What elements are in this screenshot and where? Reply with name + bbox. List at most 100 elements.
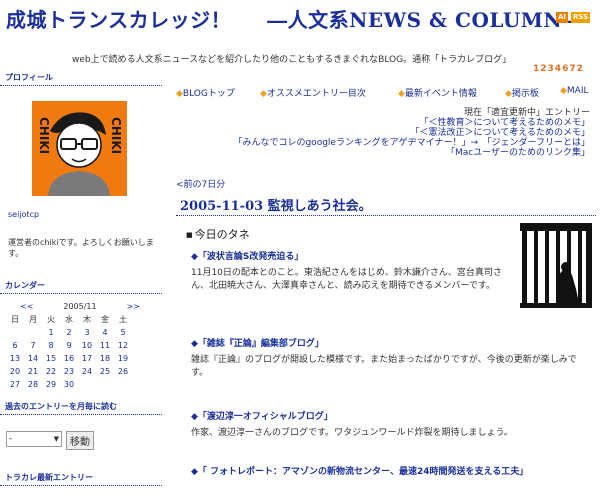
calendar-day[interactable]: 17 bbox=[78, 352, 96, 365]
calendar-week-row: 20 21 22 23 24 25 26 bbox=[6, 365, 132, 378]
featured-link[interactable]: 「みんなでコレのgoogleランキングをアゲヂマイナー！」→ 「ジェンダーフリー… bbox=[233, 138, 590, 148]
counter-digit: 7 bbox=[569, 64, 577, 74]
calendar-section: カレンダー bbox=[0, 280, 162, 294]
news-link[interactable]: 「渡辺淳一オフィシャルブログ」 bbox=[198, 412, 333, 422]
calendar-day[interactable]: 26 bbox=[114, 365, 132, 378]
calendar-day[interactable]: 9 bbox=[60, 339, 78, 352]
site-title[interactable]: 成城トランスカレッジ！ ―人文系NEWS & COLUMN― bbox=[6, 4, 583, 33]
archive-go-button[interactable]: 移動 bbox=[66, 431, 94, 450]
news-item-title[interactable]: ◆「波状言論S改発売迫る」 bbox=[191, 249, 303, 262]
menu-label[interactable]: 最新イベント情報 bbox=[405, 89, 477, 99]
counter-digit: 2 bbox=[576, 64, 584, 74]
calendar-day bbox=[96, 378, 114, 391]
calendar-day[interactable]: 29 bbox=[42, 378, 60, 391]
calendar-day[interactable]: 10 bbox=[78, 339, 96, 352]
calendar-weekday-row: 日 月 火 水 木 金 土 bbox=[6, 313, 132, 326]
calendar-day[interactable]: 28 bbox=[24, 378, 42, 391]
weekday-label: 日 bbox=[11, 315, 19, 324]
feed-badges: AI RSS bbox=[556, 12, 591, 23]
recent-section: トラカレ最新エントリー bbox=[0, 472, 162, 486]
calendar-day[interactable]: 4 bbox=[96, 326, 114, 339]
menu-label[interactable]: 掲示板 bbox=[512, 89, 539, 99]
calendar-day[interactable]: 6 bbox=[6, 339, 24, 352]
calendar-day[interactable]: 23 bbox=[60, 365, 78, 378]
calendar-day[interactable]: 14 bbox=[24, 352, 42, 365]
menu-label[interactable]: MAIL bbox=[567, 86, 589, 96]
weekday-label: 金 bbox=[101, 315, 109, 324]
bullet-icon: ◆ bbox=[191, 252, 198, 262]
calendar-day[interactable]: 21 bbox=[24, 365, 42, 378]
news-link[interactable]: 「波状言論S改発売迫る」 bbox=[198, 252, 303, 262]
calendar-next-link[interactable]: >> bbox=[127, 302, 140, 311]
ai-feed-badge[interactable]: AI bbox=[556, 12, 569, 23]
calendar-day[interactable]: 27 bbox=[6, 378, 24, 391]
calendar-nav: << 2005/11 >> bbox=[20, 302, 140, 311]
recent-heading: トラカレ最新エントリー bbox=[0, 472, 162, 486]
avatar-text-right: CHIKI bbox=[109, 117, 123, 154]
menu-label[interactable]: BLOGトップ bbox=[183, 89, 235, 99]
featured-label: 現在「適宜更新中」エントリー bbox=[463, 108, 590, 118]
featured-link[interactable]: 「Macユーザーのためのリンク集」 bbox=[233, 148, 590, 158]
calendar-day[interactable]: 16 bbox=[60, 352, 78, 365]
calendar-day[interactable]: 15 bbox=[42, 352, 60, 365]
counter-digit: 2 bbox=[540, 64, 548, 74]
menu-item-events[interactable]: ◆最新イベント情報 bbox=[398, 86, 477, 99]
calendar-month: 2005/11 bbox=[63, 302, 97, 311]
profile-heading: プロフィール bbox=[0, 72, 162, 86]
calendar-day[interactable]: 25 bbox=[96, 365, 114, 378]
featured-link[interactable]: 「＜性教育＞について考えるためのメモ」 bbox=[233, 118, 590, 128]
calendar-day[interactable]: 30 bbox=[60, 378, 78, 391]
calendar-day[interactable]: 2 bbox=[60, 326, 78, 339]
calendar-day[interactable]: 3 bbox=[78, 326, 96, 339]
calendar-day[interactable]: 18 bbox=[96, 352, 114, 365]
archive-month-select[interactable]: - ▼ bbox=[6, 431, 62, 447]
prev-week-link[interactable]: <前の7日分 bbox=[176, 177, 225, 190]
profile-user-link[interactable]: seijotcp bbox=[8, 210, 39, 219]
calendar-day[interactable]: 7 bbox=[24, 339, 42, 352]
news-item-title[interactable]: ◆「雑誌『正論』編集部ブログ」 bbox=[191, 336, 324, 349]
news-item-title[interactable]: ◆「渡辺淳一オフィシャルブログ」 bbox=[191, 409, 333, 422]
prison-illustration bbox=[520, 223, 592, 308]
calendar-day[interactable]: 12 bbox=[114, 339, 132, 352]
calendar-week-row: 6 7 8 9 10 11 12 bbox=[6, 339, 132, 352]
menu-item-board[interactable]: ◆掲示板 bbox=[505, 86, 539, 99]
calendar-day bbox=[24, 326, 42, 339]
news-item-body: 作家、渡辺淳一さんのブログです。ワタジュンワールド炸裂を期待しましょう。 bbox=[191, 428, 513, 438]
menu-item-mail[interactable]: ◆MAIL bbox=[560, 86, 589, 96]
calendar-day[interactable]: 5 bbox=[114, 326, 132, 339]
site-tagline: web上で読める人文系ニュースなどを紹介したり他のこともするきまぐれなBLOG。… bbox=[72, 55, 512, 65]
calendar-day[interactable]: 13 bbox=[6, 352, 24, 365]
bullet-icon: ◆ bbox=[191, 412, 198, 422]
calendar-day[interactable]: 24 bbox=[78, 365, 96, 378]
calendar-day[interactable]: 19 bbox=[114, 352, 132, 365]
news-link[interactable]: 「雑誌『正論』編集部ブログ」 bbox=[198, 339, 324, 349]
rss-feed-badge[interactable]: RSS bbox=[571, 12, 591, 23]
calendar-heading: カレンダー bbox=[0, 280, 162, 294]
sidebar: プロフィール bbox=[0, 72, 162, 86]
site-title-main[interactable]: 成城トランスカレッジ！ bbox=[6, 8, 231, 32]
calendar-day[interactable]: 11 bbox=[96, 339, 114, 352]
featured-link[interactable]: 「＜憲法改正＞について考えるためのメモ」 bbox=[233, 128, 590, 138]
site-title-sub[interactable]: ―人文系NEWS & COLUMN― bbox=[267, 8, 583, 32]
weekday-label: 月 bbox=[29, 315, 37, 324]
calendar-week-row: 27 28 29 30 bbox=[6, 378, 132, 391]
archive-controls: - ▼ 移動 bbox=[6, 431, 94, 450]
weekday-label: 火 bbox=[47, 315, 55, 324]
menu-item-recommended[interactable]: ◆オススメエントリー目次 bbox=[260, 86, 366, 99]
news-item-title[interactable]: ◆「 フォトレポート：アマゾンの新物流センター、最速24時間発送を支える工夫」 bbox=[191, 465, 591, 479]
entry-title[interactable]: 2005-11-03 監視しあう社会。 bbox=[180, 195, 372, 214]
calendar-day[interactable]: 22 bbox=[42, 365, 60, 378]
weekday-label: 水 bbox=[65, 315, 73, 324]
counter-digit: 1 bbox=[533, 64, 541, 74]
menu-item-blog-top[interactable]: ◆BLOGトップ bbox=[176, 86, 235, 99]
news-link[interactable]: 「 フォトレポート：アマゾンの新物流センター、最速24時間発送を支える工夫」 bbox=[198, 467, 528, 477]
menu-label[interactable]: オススメエントリー目次 bbox=[267, 89, 366, 99]
calendar-prev-link[interactable]: << bbox=[20, 302, 33, 311]
calendar-day[interactable]: 8 bbox=[42, 339, 60, 352]
calendar-day bbox=[78, 378, 96, 391]
avatar: CHIKI CHIKI bbox=[32, 101, 127, 196]
weekday-label: 土 bbox=[119, 315, 127, 324]
calendar-day[interactable]: 1 bbox=[42, 326, 60, 339]
featured-entries: 現在「適宜更新中」エントリー 「＜性教育＞について考えるためのメモ」 「＜憲法改… bbox=[233, 108, 590, 158]
calendar-day[interactable]: 20 bbox=[6, 365, 24, 378]
